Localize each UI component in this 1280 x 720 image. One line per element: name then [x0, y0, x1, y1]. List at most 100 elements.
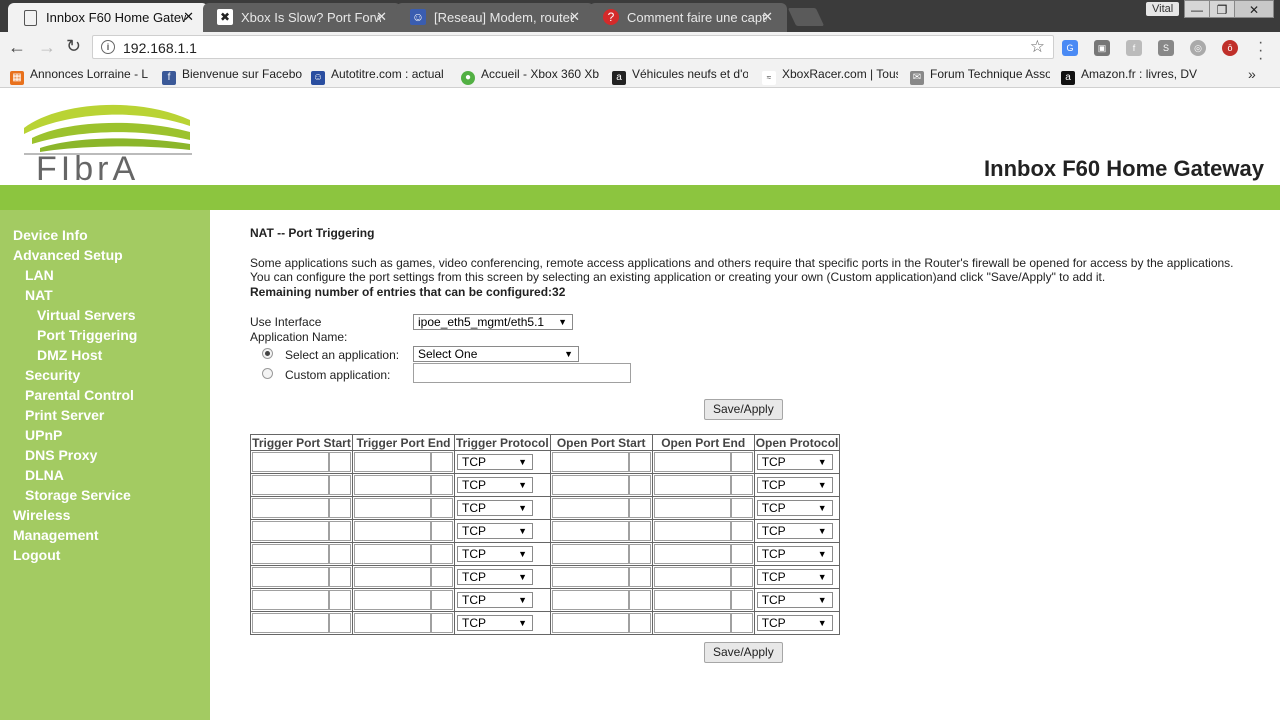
trigger-protocol-select[interactable]: TCP ▼ — [457, 615, 533, 631]
trigger-port-end-input-extra[interactable] — [431, 590, 453, 610]
extension-s-icon[interactable]: S — [1158, 40, 1174, 56]
tab-close-icon[interactable]: ✕ — [762, 9, 773, 25]
open-port-start-input[interactable] — [551, 567, 629, 587]
sidebar-item-dns-proxy[interactable]: DNS Proxy — [25, 447, 97, 463]
trigger-port-end-input-extra[interactable] — [431, 544, 453, 564]
open-port-start-input-extra[interactable] — [628, 521, 651, 541]
open-port-start-input[interactable] — [551, 521, 629, 541]
bookmark-item[interactable]: ≈ XboxRacer.com | Tous — [762, 67, 898, 85]
open-port-start-input-extra[interactable] — [628, 452, 651, 472]
close-window-button[interactable]: ✕ — [1234, 0, 1274, 18]
browser-menu-icon[interactable]: · · · — [1258, 35, 1263, 67]
trigger-port-end-input-extra[interactable] — [431, 498, 453, 518]
open-port-end-input[interactable] — [653, 475, 731, 495]
sidebar-item-lan[interactable]: LAN — [25, 267, 54, 283]
address-bar[interactable]: i 192.168.1.1 ☆ — [92, 35, 1054, 59]
bookmark-item[interactable]: a Véhicules neufs et d'o — [612, 67, 748, 85]
open-port-end-input-extra[interactable] — [730, 544, 753, 564]
sidebar-item-nat[interactable]: NAT — [25, 287, 53, 303]
bookmark-item[interactable]: a Amazon.fr : livres, DV — [1061, 67, 1201, 85]
open-port-start-input-extra[interactable] — [628, 498, 651, 518]
open-port-start-input-extra[interactable] — [628, 475, 651, 495]
tab-close-icon[interactable]: ✕ — [569, 9, 580, 25]
open-port-start-input[interactable] — [551, 498, 629, 518]
sidebar-item-security[interactable]: Security — [25, 367, 80, 383]
trigger-port-start-input[interactable] — [252, 567, 329, 587]
trigger-port-end-input[interactable] — [354, 475, 431, 495]
tab-close-icon[interactable]: ✕ — [376, 9, 387, 25]
sidebar-item-dlna[interactable]: DLNA — [25, 467, 64, 483]
trigger-protocol-select[interactable]: TCP ▼ — [457, 500, 533, 516]
trigger-port-start-input[interactable] — [252, 475, 329, 495]
save-apply-button-top[interactable]: Save/Apply — [704, 399, 783, 420]
open-protocol-select[interactable]: TCP ▼ — [756, 523, 833, 539]
open-port-end-input-extra[interactable] — [730, 475, 753, 495]
fonts-extension-icon[interactable]: f — [1126, 40, 1142, 56]
trigger-port-start-input-extra[interactable] — [329, 521, 351, 541]
open-port-start-input-extra[interactable] — [628, 544, 651, 564]
new-tab-button[interactable] — [787, 8, 825, 26]
open-port-end-input[interactable] — [653, 567, 731, 587]
open-port-end-input-extra[interactable] — [730, 567, 753, 587]
trigger-port-end-input[interactable] — [354, 590, 431, 610]
info-icon[interactable]: i — [101, 40, 115, 54]
open-port-end-input[interactable] — [653, 521, 731, 541]
forward-arrow-icon[interactable]: → — [38, 37, 56, 58]
use-interface-select[interactable]: ipoe_eth5_mgmt/eth5.1 ▼ — [413, 314, 573, 330]
minimize-button[interactable]: — — [1184, 0, 1210, 18]
trigger-port-start-input-extra[interactable] — [329, 544, 351, 564]
bookmark-item[interactable]: ✉ Forum Technique Asso — [910, 67, 1050, 85]
open-protocol-select[interactable]: TCP ▼ — [756, 454, 833, 470]
trigger-port-end-input[interactable] — [354, 544, 431, 564]
open-port-end-input[interactable] — [653, 613, 731, 633]
open-port-start-input[interactable] — [551, 452, 629, 472]
trigger-port-start-input[interactable] — [252, 613, 329, 633]
trigger-port-end-input[interactable] — [354, 521, 431, 541]
sidebar-item-parental-control[interactable]: Parental Control — [25, 387, 134, 403]
extension-icon[interactable]: ▣ — [1094, 40, 1110, 56]
open-port-start-input-extra[interactable] — [628, 567, 651, 587]
open-port-end-input[interactable] — [653, 498, 731, 518]
bookmark-item[interactable]: f Bienvenue sur Facebo — [162, 67, 302, 85]
open-protocol-select[interactable]: TCP ▼ — [756, 477, 833, 493]
trigger-port-end-input[interactable] — [354, 452, 431, 472]
application-select[interactable]: Select One ▼ — [413, 346, 579, 362]
custom-application-input[interactable] — [413, 363, 631, 383]
sidebar-item-virtual-servers[interactable]: Virtual Servers — [37, 307, 136, 323]
profile-button[interactable]: Vital — [1146, 2, 1180, 16]
trigger-port-end-input[interactable] — [354, 613, 431, 633]
trigger-protocol-select[interactable]: TCP ▼ — [457, 454, 533, 470]
open-protocol-select[interactable]: TCP ▼ — [756, 615, 833, 631]
back-arrow-icon[interactable]: ← — [8, 37, 26, 58]
open-port-end-input-extra[interactable] — [730, 590, 753, 610]
tab-close-icon[interactable]: ✕ — [183, 9, 194, 25]
open-port-end-input[interactable] — [653, 590, 731, 610]
open-port-end-input-extra[interactable] — [730, 452, 753, 472]
trigger-port-start-input[interactable] — [252, 452, 329, 472]
trigger-port-end-input[interactable] — [354, 498, 431, 518]
custom-application-radio[interactable] — [262, 368, 273, 379]
browser-tab-0[interactable]: Innbox F60 Home Gatew ✕ — [8, 3, 208, 32]
trigger-protocol-select[interactable]: TCP ▼ — [457, 592, 533, 608]
open-port-start-input-extra[interactable] — [628, 613, 651, 633]
trigger-port-start-input-extra[interactable] — [329, 452, 351, 472]
open-port-end-input-extra[interactable] — [730, 498, 753, 518]
more-bookmarks-icon[interactable]: » — [1248, 66, 1256, 82]
trigger-port-start-input-extra[interactable] — [329, 498, 351, 518]
bookmark-item[interactable]: ● Accueil - Xbox 360 Xb — [461, 67, 601, 85]
trigger-port-end-input-extra[interactable] — [431, 613, 453, 633]
trigger-protocol-select[interactable]: TCP ▼ — [457, 546, 533, 562]
trigger-port-start-input-extra[interactable] — [329, 590, 351, 610]
trigger-port-start-input-extra[interactable] — [329, 475, 351, 495]
open-port-end-input[interactable] — [653, 544, 731, 564]
trigger-port-start-input-extra[interactable] — [329, 613, 351, 633]
sidebar-item-management[interactable]: Management — [13, 527, 99, 543]
sidebar-item-upnp[interactable]: UPnP — [25, 427, 62, 443]
bookmark-star-icon[interactable]: ☆ — [1030, 37, 1045, 57]
open-port-start-input[interactable] — [551, 475, 629, 495]
trigger-port-end-input[interactable] — [354, 567, 431, 587]
reload-icon[interactable]: ↻ — [66, 36, 81, 57]
trigger-protocol-select[interactable]: TCP ▼ — [457, 477, 533, 493]
ublock-extension-icon[interactable]: ō — [1222, 40, 1238, 56]
open-port-end-input[interactable] — [653, 452, 731, 472]
